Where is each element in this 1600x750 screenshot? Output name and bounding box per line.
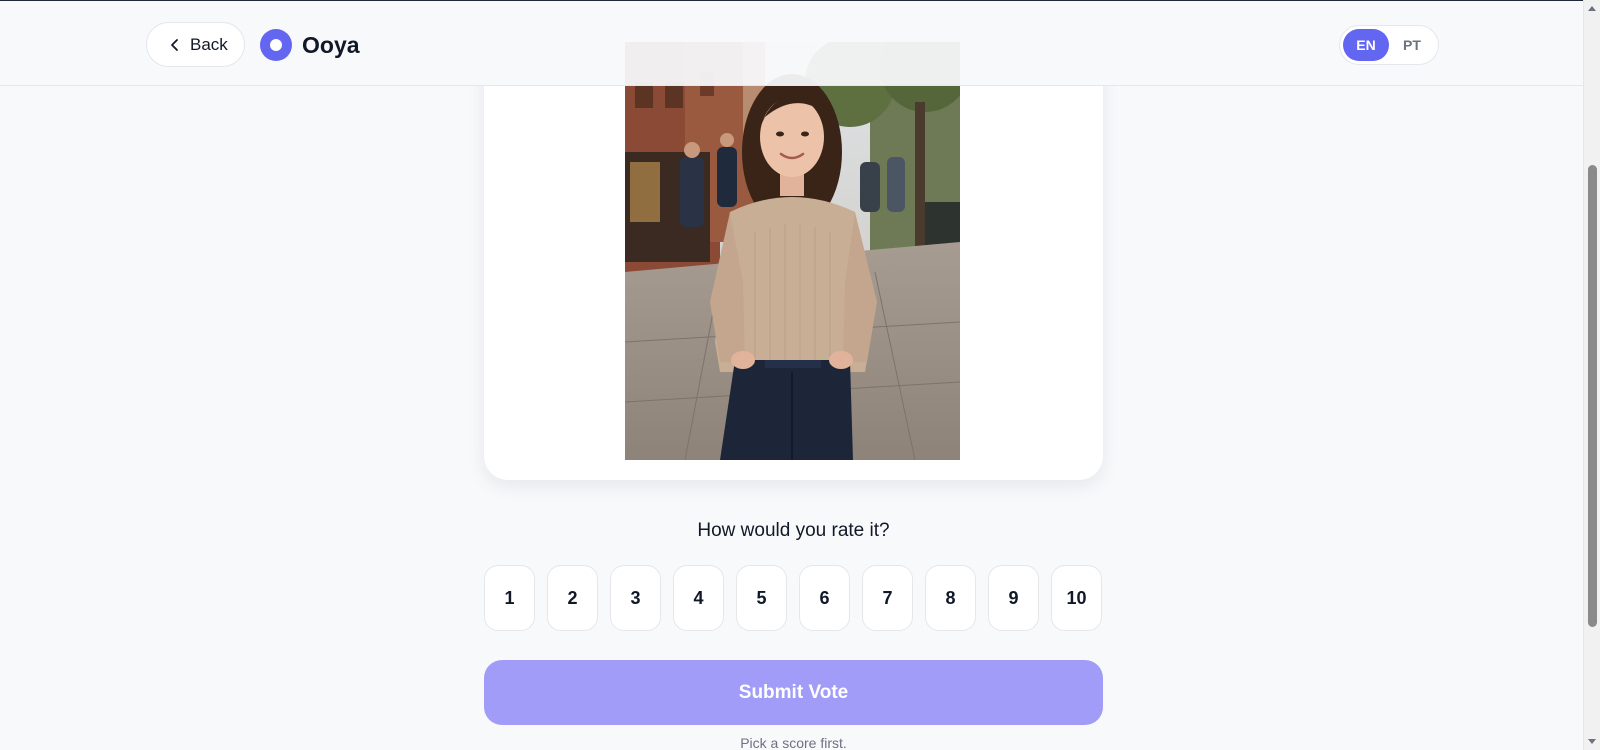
app-page: Back Ooya EN PT How would you rate it? 1… [0, 0, 1600, 750]
submit-vote-button[interactable]: Submit Vote [484, 660, 1103, 725]
score-button-4[interactable]: 4 [673, 565, 724, 631]
scroll-up-icon[interactable] [1588, 6, 1596, 11]
score-button-8[interactable]: 8 [925, 565, 976, 631]
rating-question: How would you rate it? [697, 520, 890, 541]
score-button-10[interactable]: 10 [1051, 565, 1102, 631]
score-button-3[interactable]: 3 [610, 565, 661, 631]
score-options: 1 2 3 4 5 6 7 8 9 10 [484, 565, 1102, 631]
chevron-left-icon [168, 38, 182, 52]
page-scrollbar[interactable] [1583, 0, 1600, 750]
rated-photo [625, 42, 960, 460]
score-button-7[interactable]: 7 [862, 565, 913, 631]
submit-hint: Pick a score first. [740, 735, 847, 750]
brand-logo[interactable]: Ooya [260, 29, 360, 61]
language-option-en[interactable]: EN [1343, 29, 1389, 61]
top-header: Back Ooya EN PT [0, 0, 1583, 86]
score-button-6[interactable]: 6 [799, 565, 850, 631]
back-button[interactable]: Back [146, 22, 245, 67]
score-button-1[interactable]: 1 [484, 565, 535, 631]
brand-mark-icon [260, 29, 292, 61]
score-button-9[interactable]: 9 [988, 565, 1039, 631]
score-button-2[interactable]: 2 [547, 565, 598, 631]
scroll-down-icon[interactable] [1588, 739, 1596, 744]
scrollbar-thumb[interactable] [1588, 165, 1597, 627]
language-option-pt[interactable]: PT [1389, 29, 1435, 61]
back-button-label: Back [190, 34, 228, 54]
brand-name: Ooya [302, 31, 360, 58]
language-switcher: EN PT [1339, 25, 1439, 65]
score-button-5[interactable]: 5 [736, 565, 787, 631]
